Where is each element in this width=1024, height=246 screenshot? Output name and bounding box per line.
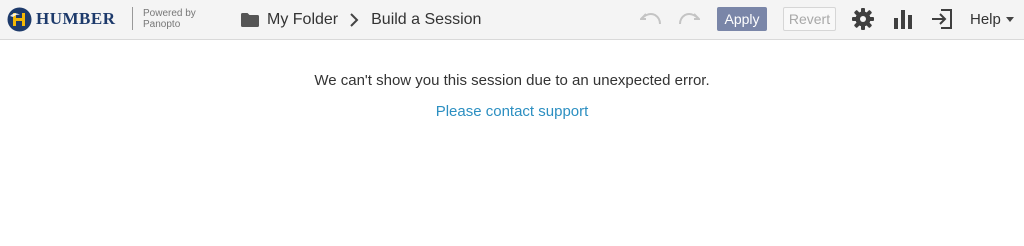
top-toolbar: HUMBER Powered by Panopto My Folder Buil…: [0, 0, 1024, 40]
breadcrumb-current: Build a Session: [371, 10, 482, 28]
contact-support-link[interactable]: Please contact support: [436, 103, 589, 120]
gear-icon: [852, 8, 874, 30]
humber-hawk-logo-icon: [7, 7, 32, 31]
support-line: Please contact support: [0, 103, 1024, 120]
apply-button[interactable]: Apply: [717, 7, 767, 31]
error-message: We can't show you this session due to an…: [314, 72, 710, 89]
exit-icon: [932, 9, 952, 29]
help-label: Help: [970, 11, 1001, 28]
humber-logo[interactable]: HUMBER: [7, 6, 116, 32]
undo-icon: [640, 13, 661, 25]
redo-icon: [679, 13, 700, 25]
caret-down-icon: [1005, 17, 1014, 22]
undo-button[interactable]: [639, 7, 663, 31]
stats-button[interactable]: [891, 7, 915, 31]
powered-line-2: Panopto: [143, 19, 181, 30]
redo-button[interactable]: [677, 7, 701, 31]
folder-icon: [241, 12, 259, 27]
exit-button[interactable]: [930, 7, 954, 31]
bar-chart-icon: [894, 10, 912, 29]
brand-divider: [132, 7, 133, 30]
revert-button[interactable]: Revert: [783, 7, 836, 31]
breadcrumb: My Folder Build a Session: [241, 0, 481, 39]
chevron-right-icon: [350, 12, 359, 27]
powered-line-1: Powered by: [143, 8, 196, 19]
brand-name: HUMBER: [36, 9, 116, 28]
breadcrumb-folder-link[interactable]: My Folder: [267, 11, 338, 29]
powered-by-text: Powered by Panopto: [143, 8, 196, 30]
help-menu[interactable]: Help: [970, 0, 1014, 39]
settings-button[interactable]: [851, 7, 875, 31]
